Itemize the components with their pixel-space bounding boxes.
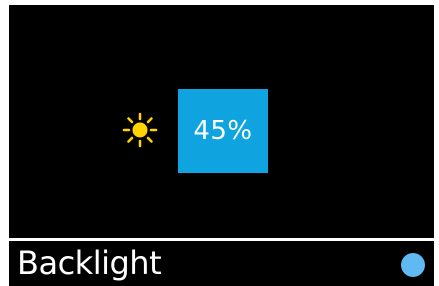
brightness-value: 45% bbox=[193, 116, 253, 146]
device-screen: 45% Backlight bbox=[9, 5, 434, 286]
menu-label: Backlight bbox=[17, 244, 162, 282]
status-indicator-dot bbox=[401, 253, 425, 277]
brightness-value-box[interactable]: 45% bbox=[178, 89, 268, 173]
sun-icon bbox=[122, 112, 158, 148]
footer-divider bbox=[9, 238, 434, 241]
